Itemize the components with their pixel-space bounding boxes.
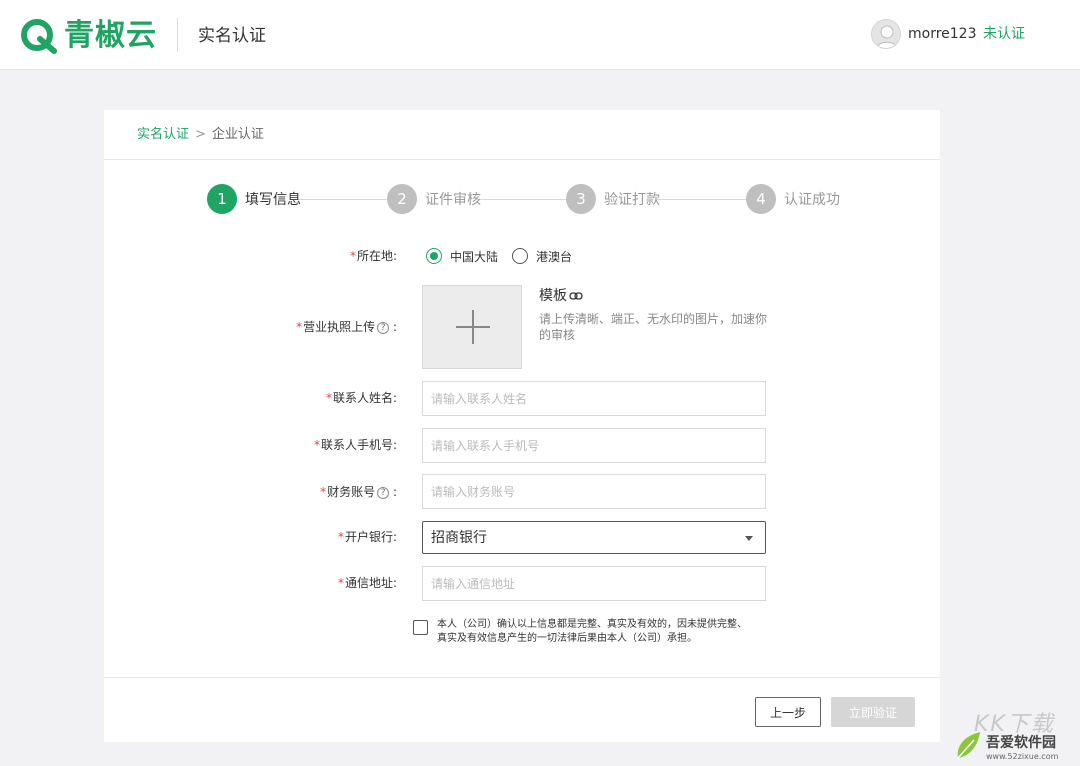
- logo-q-icon: [20, 17, 58, 55]
- agreement-text: 本人（公司）确认以上信息都是完整、真实及有效的，因未提供完整、真实及有效信息产生…: [437, 619, 747, 644]
- logo[interactable]: 青椒云: [20, 16, 157, 56]
- step-document-review: 2 证件审核: [387, 184, 481, 214]
- bank-select-value: 招商银行: [431, 530, 487, 546]
- finance-account-label: *财务账号? :: [320, 485, 397, 499]
- step-fill-info: 1 填写信息: [207, 184, 301, 214]
- radio-hk-macau-taiwan[interactable]: 港澳台: [512, 248, 572, 265]
- step-number: 2: [387, 184, 417, 214]
- radio-mainland[interactable]: 中国大陆: [426, 248, 498, 265]
- help-icon[interactable]: ?: [377, 487, 390, 499]
- step-number: 4: [746, 184, 776, 214]
- bank-select[interactable]: 招商银行: [422, 521, 766, 554]
- location-label: *所在地:: [349, 249, 397, 263]
- contact-phone-input[interactable]: [422, 428, 766, 463]
- avatar[interactable]: [871, 19, 901, 49]
- caret-down-icon: [745, 536, 753, 541]
- bank-label: *开户银行:: [337, 530, 397, 544]
- breadcrumb-separator: >: [195, 127, 206, 142]
- watermark-site-name: 吾爱软件园: [986, 735, 1056, 751]
- username[interactable]: morre123: [908, 24, 977, 44]
- step-label: 证件审核: [425, 192, 481, 208]
- link-icon: [569, 292, 583, 300]
- breadcrumb: 实名认证 > 企业认证: [137, 125, 264, 145]
- radio-unchecked-icon: [512, 248, 529, 264]
- radio-label: 中国大陆: [450, 249, 499, 264]
- contact-name-input[interactable]: [422, 381, 766, 416]
- breadcrumb-item-real-name[interactable]: 实名认证: [137, 127, 189, 142]
- verification-status[interactable]: 未认证: [983, 24, 1025, 44]
- step-label: 认证成功: [784, 192, 840, 208]
- step-label: 填写信息: [245, 192, 301, 208]
- user-avatar-icon: [875, 25, 899, 48]
- progress-steps: 1 填写信息 2 证件审核 3 验证打款 4 认证成功: [104, 184, 940, 216]
- license-upload-button[interactable]: [422, 285, 522, 369]
- template-link[interactable]: 模板: [539, 286, 583, 306]
- step-connector: [657, 199, 747, 200]
- address-input[interactable]: [422, 566, 766, 601]
- watermark-url: www.52zixue.com: [986, 752, 1059, 761]
- step-label: 验证打款: [604, 192, 660, 208]
- breadcrumb-item-enterprise: 企业认证: [211, 127, 264, 142]
- address-label: *通信地址:: [337, 576, 397, 590]
- step-connector: [477, 199, 567, 200]
- header-divider: [177, 18, 178, 52]
- radio-label: 港澳台: [536, 249, 573, 264]
- agreement-checkbox[interactable]: [413, 620, 428, 635]
- location-radio-group: 中国大陆 港澳台: [426, 246, 586, 266]
- card-divider: [104, 159, 940, 160]
- finance-account-input[interactable]: [422, 474, 766, 509]
- step-verify-payment: 3 验证打款: [566, 184, 660, 214]
- step-number: 3: [566, 184, 596, 214]
- upload-hint: 请上传清晰、端正、无水印的图片，加速你的审核: [539, 312, 768, 342]
- logo-text: 青椒云: [64, 18, 157, 53]
- step-connector: [297, 199, 387, 200]
- site-watermark: KK下载 吾爱软件园 www.52zixue.com: [952, 712, 1076, 764]
- help-icon[interactable]: ?: [377, 322, 390, 334]
- verification-card: 实名认证 > 企业认证 1 填写信息 2 证件审核 3 验证打款 4 认证成功 *所…: [104, 110, 940, 742]
- contact-name-label: *联系人姓名:: [325, 391, 397, 405]
- page-title: 实名认证: [198, 26, 266, 46]
- step-number: 1: [207, 184, 237, 214]
- radio-checked-icon: [426, 248, 442, 264]
- contact-phone-label: *联系人手机号:: [313, 438, 397, 452]
- verify-now-button[interactable]: 立即验证: [831, 697, 915, 727]
- top-bar: 青椒云 实名认证 morre123 未认证: [0, 0, 1080, 70]
- footer-divider: [104, 677, 940, 678]
- license-upload-label: *营业执照上传? :: [296, 320, 397, 334]
- step-success: 4 认证成功: [746, 184, 840, 214]
- previous-step-button[interactable]: 上一步: [755, 697, 821, 727]
